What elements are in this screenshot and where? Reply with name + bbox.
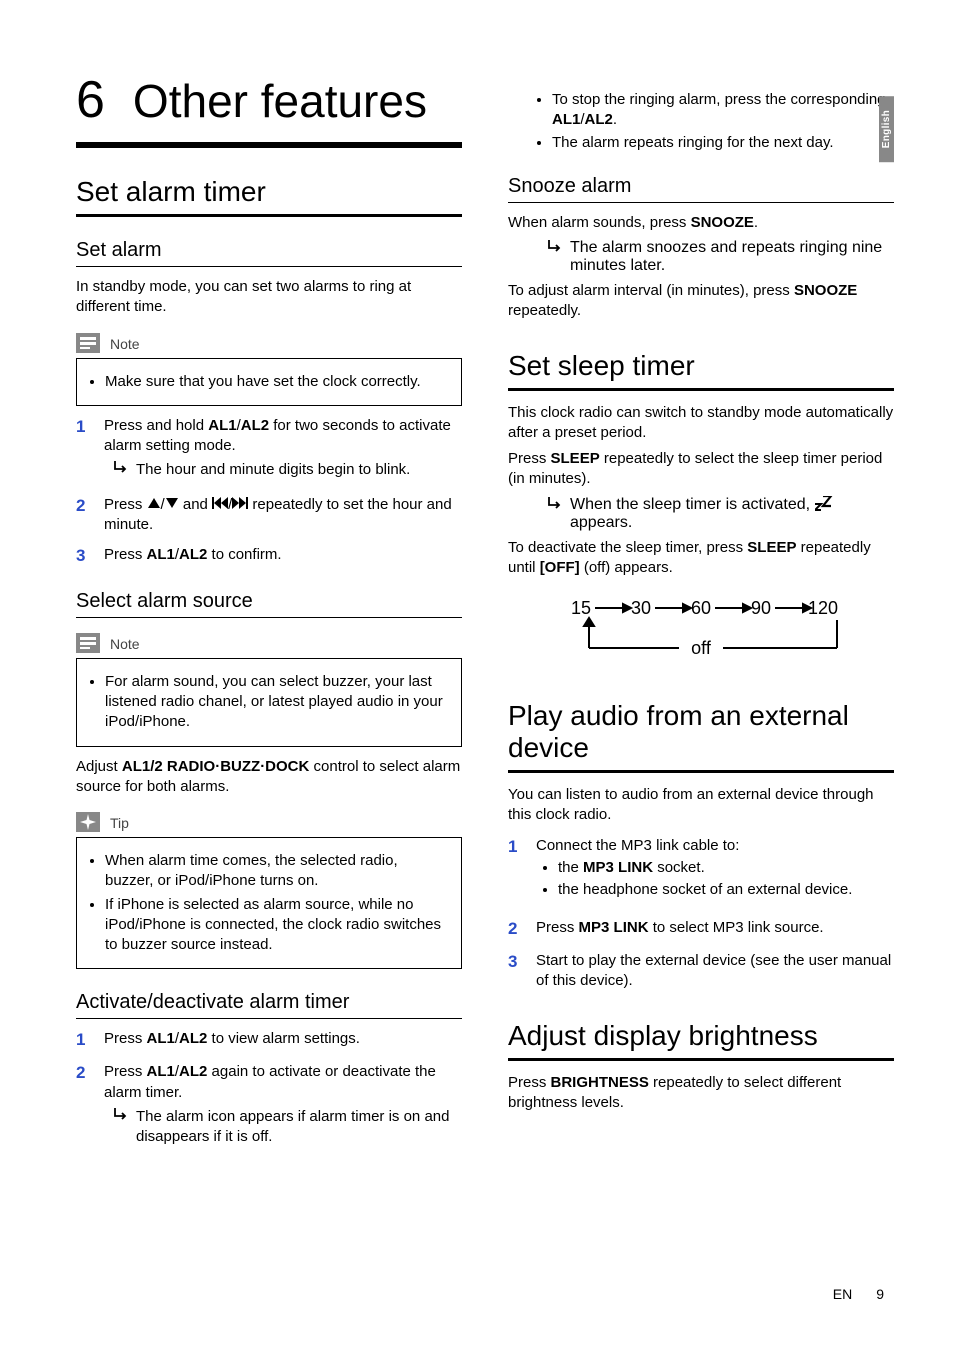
result-text: The alarm icon appears if alarm timer is… (136, 1107, 462, 1148)
note-callout: Note For alarm sound, you can select buz… (76, 632, 462, 747)
language-tab: English (879, 96, 894, 162)
step-number: 3 (76, 545, 90, 568)
result-text: When the sleep timer is activated, appea… (570, 496, 894, 532)
down-icon (165, 496, 179, 513)
tip-item: If iPhone is selected as alarm source, w… (105, 895, 447, 956)
list-item: To stop the ringing alarm, press the cor… (552, 90, 894, 131)
h2-brightness: Adjust display brightness (508, 1020, 894, 1061)
result-arrow-icon (114, 1107, 128, 1148)
step-text: Press and hold (104, 417, 208, 434)
svg-text:30: 30 (631, 598, 651, 618)
p-adjust: Adjust AL1/2 RADIO·BUZZ·DOCK control to … (76, 757, 462, 798)
step-number: 2 (76, 1062, 90, 1151)
result-text: The alarm snoozes and repeats ringing ni… (570, 239, 894, 275)
result-arrow-icon (548, 239, 562, 275)
svg-text:15: 15 (571, 598, 591, 618)
al1: AL1 (208, 417, 236, 434)
tip-icon (76, 812, 102, 834)
step-number: 1 (76, 416, 90, 485)
p-sleep3: To deactivate the sleep timer, press SLE… (508, 538, 894, 579)
al2: AL2 (241, 417, 269, 434)
result-arrow-icon (548, 496, 562, 532)
tip-callout: Tip When alarm time comes, the selected … (76, 811, 462, 969)
h3-set-alarm: Set alarm (76, 239, 462, 267)
p-intro: In standby mode, you can set two alarms … (76, 277, 462, 318)
result-text: The hour and minute digits begin to blin… (136, 460, 410, 480)
zz-icon (815, 496, 833, 513)
column-right: To stop the ringing alarm, press the cor… (508, 60, 894, 1161)
step-number: 2 (508, 918, 522, 941)
page: 6 Other features Set alarm timer Set ala… (0, 0, 954, 1201)
next-icon (232, 496, 248, 513)
p-snooze2: To adjust alarm interval (in minutes), p… (508, 281, 894, 322)
p-sleep1: This clock radio can switch to standby m… (508, 403, 894, 444)
steps-set-alarm: 1 Press and hold AL1/AL2 for two seconds… (76, 416, 462, 568)
note-label: Note (110, 636, 140, 652)
steps-activate: 1 Press AL1/AL2 to view alarm settings. … (76, 1029, 462, 1151)
right-top-bullets: To stop the ringing alarm, press the cor… (508, 90, 894, 153)
step-number: 1 (76, 1029, 90, 1052)
tip-label: Tip (110, 815, 129, 831)
note-item: Make sure that you have set the clock co… (105, 372, 447, 392)
up-icon (147, 496, 161, 513)
p-brightness: Press BRIGHTNESS repeatedly to select di… (508, 1073, 894, 1114)
sleep-timer-diagram: 15 30 60 90 120 off (508, 596, 894, 672)
step-number: 3 (508, 951, 522, 992)
steps-external: 1 Connect the MP3 link cable to: the MP3… (508, 836, 894, 992)
column-left: 6 Other features Set alarm timer Set ala… (76, 60, 462, 1161)
list-item: the headphone socket of an external devi… (558, 880, 894, 900)
list-item: The alarm repeats ringing for the next d… (552, 133, 894, 153)
h2-sleep: Set sleep timer (508, 350, 894, 391)
note-label: Note (110, 336, 140, 352)
page-footer: EN 9 (833, 1286, 884, 1302)
p-external: You can listen to audio from an external… (508, 785, 894, 826)
h3-select-source: Select alarm source (76, 590, 462, 618)
chapter-name: Other features (133, 74, 427, 128)
p-snooze: When alarm sounds, press SNOOZE. (508, 213, 894, 233)
h3-snooze: Snooze alarm (508, 175, 894, 203)
p-sleep2: Press SLEEP repeatedly to select the sle… (508, 449, 894, 490)
step-number: 1 (508, 836, 522, 909)
list-item: the MP3 LINK socket. (558, 858, 894, 878)
h2-set-alarm-timer: Set alarm timer (76, 176, 462, 217)
note-item: For alarm sound, you can select buzzer, … (105, 672, 447, 733)
h3-activate: Activate/deactivate alarm timer (76, 991, 462, 1019)
prev-icon (212, 496, 228, 513)
result-arrow-icon (114, 460, 128, 480)
svg-text:90: 90 (751, 598, 771, 618)
chapter-number: 6 (76, 70, 105, 130)
tip-item: When alarm time comes, the selected radi… (105, 851, 447, 892)
footer-page-number: 9 (876, 1286, 884, 1302)
svg-text:60: 60 (691, 598, 711, 618)
step-number: 2 (76, 495, 90, 536)
note-icon (76, 633, 102, 655)
h2-external: Play audio from an external device (508, 700, 894, 773)
note-callout: Note Make sure that you have set the clo… (76, 332, 462, 406)
chapter-title: 6 Other features (76, 70, 462, 148)
note-icon (76, 333, 102, 355)
svg-text:off: off (691, 638, 712, 658)
footer-lang: EN (833, 1286, 852, 1302)
